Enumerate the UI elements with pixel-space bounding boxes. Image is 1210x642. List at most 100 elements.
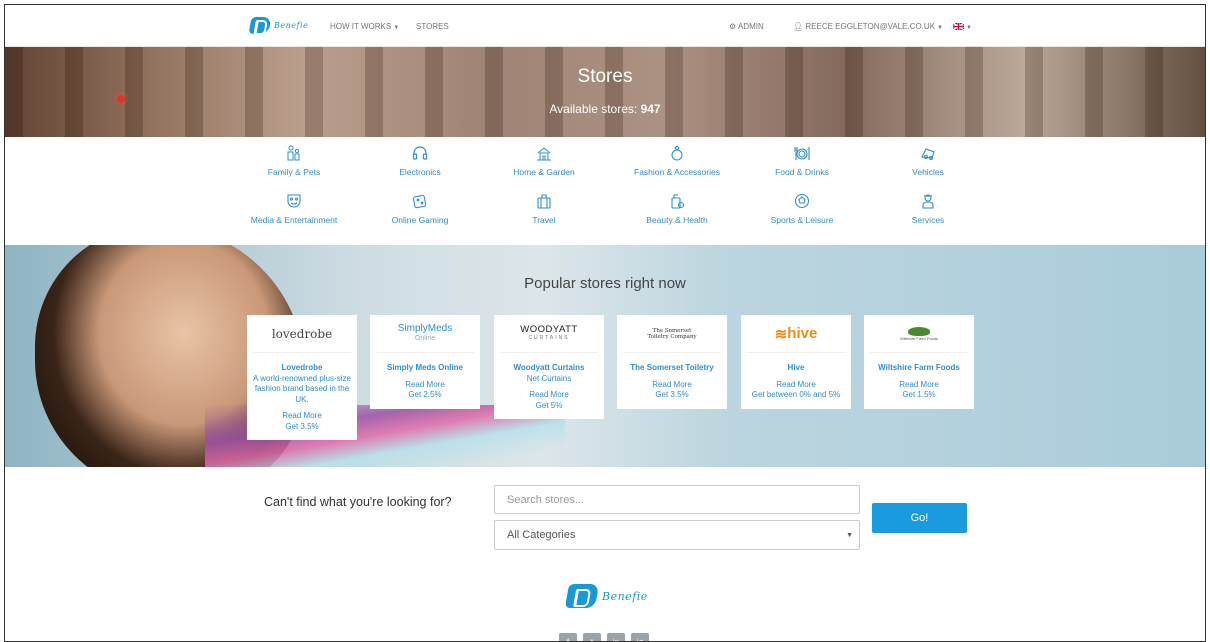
- cashback-rate: Get 1.5%: [902, 390, 936, 399]
- category-sports-leisure[interactable]: Sports & Leisure: [737, 193, 867, 225]
- ring-icon: [669, 145, 685, 161]
- store-logo: ≋ hive: [747, 315, 845, 353]
- nav-how-it-works-label: HOW IT WORKS: [330, 22, 392, 31]
- category-label: Vehicles: [912, 167, 944, 177]
- social-links: f t in ig: [559, 633, 649, 641]
- nav-admin-label: ADMIN: [737, 22, 764, 31]
- store-name: Hive: [787, 363, 805, 372]
- dice-icon: [412, 193, 428, 209]
- nav-stores[interactable]: STORES: [416, 22, 449, 31]
- read-more-link[interactable]: Read More: [868, 380, 970, 391]
- category-online-gaming[interactable]: Online Gaming: [355, 193, 485, 225]
- store-logo: The Somerset Toiletry Company: [623, 315, 721, 353]
- footer-brand-name: Benefie: [602, 589, 648, 603]
- category-label: Services: [911, 215, 945, 225]
- page-title: Stores: [577, 66, 633, 87]
- twitter-icon[interactable]: t: [583, 633, 601, 641]
- facebook-icon[interactable]: f: [559, 633, 577, 641]
- category-label: Online Gaming: [391, 215, 449, 225]
- category-food-drinks[interactable]: Food & Drinks: [737, 145, 867, 177]
- category-fashion-accessories[interactable]: Fashion & Accessories: [612, 145, 742, 177]
- stores-hero-banner: Stores Available stores: 947: [5, 47, 1205, 137]
- read-more-link[interactable]: Read More: [374, 380, 476, 391]
- cashback-rate: Get 3.5%: [655, 390, 689, 399]
- store-logo-subtext: CURTAINS: [528, 334, 570, 341]
- uk-flag-icon: [952, 22, 965, 32]
- store-name: Lovedrobe: [281, 363, 323, 372]
- store-logo: lovedrobe: [253, 315, 351, 353]
- store-logo-subtext: Online: [414, 334, 436, 342]
- category-media-entertainment[interactable]: Media & Entertainment: [229, 193, 359, 225]
- store-card-somerset-toiletry[interactable]: The Somerset Toiletry Company The Somers…: [617, 315, 727, 409]
- category-label: Media & Entertainment: [250, 215, 338, 225]
- top-navbar: Benefie HOW IT WORKS ▼ STORES ⚙ ADMIN 👤︎ …: [5, 5, 1205, 47]
- category-grid: Family & Pets Electronics Home & Garden …: [5, 137, 1205, 245]
- category-label: Food & Drinks: [775, 167, 829, 177]
- nav-admin[interactable]: ⚙ ADMIN: [729, 22, 764, 31]
- language-selector[interactable]: ▼: [952, 22, 972, 32]
- user-icon: 👤︎: [793, 22, 806, 31]
- category-vehicles[interactable]: Vehicles: [863, 145, 993, 177]
- category-select-value: All Categories: [507, 529, 576, 541]
- available-stores-label: Available stores:: [549, 102, 638, 116]
- chevron-down-icon: ▼: [937, 25, 943, 31]
- chevron-down-icon: ▼: [966, 25, 972, 31]
- read-more-link[interactable]: Read More: [621, 380, 723, 391]
- store-card-woodyatt[interactable]: WOODYATT CURTAINS Woodyatt Curtains Net C…: [494, 315, 604, 419]
- popular-stores-title: Popular stores right now: [524, 275, 686, 292]
- bottle-icon: [669, 193, 685, 209]
- nav-how-it-works[interactable]: HOW IT WORKS ▼: [330, 22, 399, 31]
- store-name: Woodyatt Curtains: [513, 363, 585, 372]
- instagram-icon[interactable]: ig: [631, 633, 649, 641]
- headphones-icon: [412, 145, 428, 161]
- store-card-wiltshire-farm-foods[interactable]: Wiltshire Farm Foods Wiltshire Farm Food…: [864, 315, 974, 409]
- nav-user-label: REECE EGGLETON@VALE.CO.UK: [805, 22, 936, 31]
- go-button[interactable]: Go!: [872, 503, 967, 533]
- category-family-pets[interactable]: Family & Pets: [229, 145, 359, 177]
- category-home-garden[interactable]: Home & Garden: [479, 145, 609, 177]
- store-logo-text: The Somerset Toiletry Company: [647, 327, 697, 340]
- person-icon: [920, 193, 936, 209]
- cashback-rate: Get 3.5%: [285, 421, 319, 431]
- store-description: Net Curtains: [526, 373, 572, 383]
- store-card-lovedrobe[interactable]: lovedrobe Lovedrobe A world-renowned plu…: [247, 315, 357, 440]
- store-card-simply-meds[interactable]: SimplyMeds Online Simply Meds Online Read…: [370, 315, 480, 409]
- cashback-rate: Get between 0% and 5%: [751, 390, 841, 399]
- category-label: Home & Garden: [513, 167, 575, 177]
- browser-frame: Benefie HOW IT WORKS ▼ STORES ⚙ ADMIN 👤︎ …: [4, 4, 1206, 642]
- available-stores-count: Available stores: 947: [5, 102, 1205, 116]
- brand-logo[interactable]: Benefie: [248, 17, 308, 34]
- read-more-link[interactable]: Read More: [251, 411, 353, 422]
- category-electronics[interactable]: Electronics: [355, 145, 485, 177]
- store-name: Simply Meds Online: [386, 363, 463, 372]
- ball-icon: [794, 193, 810, 209]
- store-name: Wiltshire Farm Foods: [878, 363, 960, 372]
- footer-logo[interactable]: Benefie: [564, 584, 648, 608]
- category-label: Sports & Leisure: [770, 215, 834, 225]
- store-logo-text: hive: [787, 325, 818, 342]
- read-more-link[interactable]: Read More: [745, 380, 847, 391]
- linkedin-icon[interactable]: in: [607, 633, 625, 641]
- benefie-logo-icon: [564, 584, 600, 608]
- store-description: A world-renowned plus-size fashion brand…: [253, 373, 351, 404]
- store-logo-text: Wiltshire Farm Foods: [899, 335, 938, 341]
- category-services[interactable]: Services: [863, 193, 993, 225]
- masks-icon: [286, 193, 302, 209]
- store-logo: SimplyMeds Online: [376, 315, 474, 353]
- available-stores-number: 947: [640, 102, 661, 116]
- cashback-rate: Get 2.5%: [408, 390, 442, 399]
- category-label: Travel: [532, 215, 556, 225]
- wiltshire-logo-icon: [908, 326, 930, 336]
- dining-icon: [794, 145, 810, 161]
- gear-icon: ⚙: [729, 22, 738, 31]
- category-beauty-health[interactable]: Beauty & Health: [612, 193, 742, 225]
- read-more-link[interactable]: Read More: [498, 390, 600, 401]
- chevron-down-icon: ▼: [846, 531, 853, 539]
- store-logo-text: lovedrobe: [271, 326, 333, 341]
- store-card-hive[interactable]: ≋ hive Hive Read More Get between 0% and…: [741, 315, 851, 409]
- store-logo: WOODYATT CURTAINS: [500, 315, 598, 353]
- search-input[interactable]: [494, 485, 860, 514]
- category-select[interactable]: All Categories ▼: [494, 520, 860, 550]
- nav-user-menu[interactable]: 👤︎ REECE EGGLETON@VALE.CO.UK ▼: [793, 22, 943, 31]
- category-travel[interactable]: Travel: [479, 193, 609, 225]
